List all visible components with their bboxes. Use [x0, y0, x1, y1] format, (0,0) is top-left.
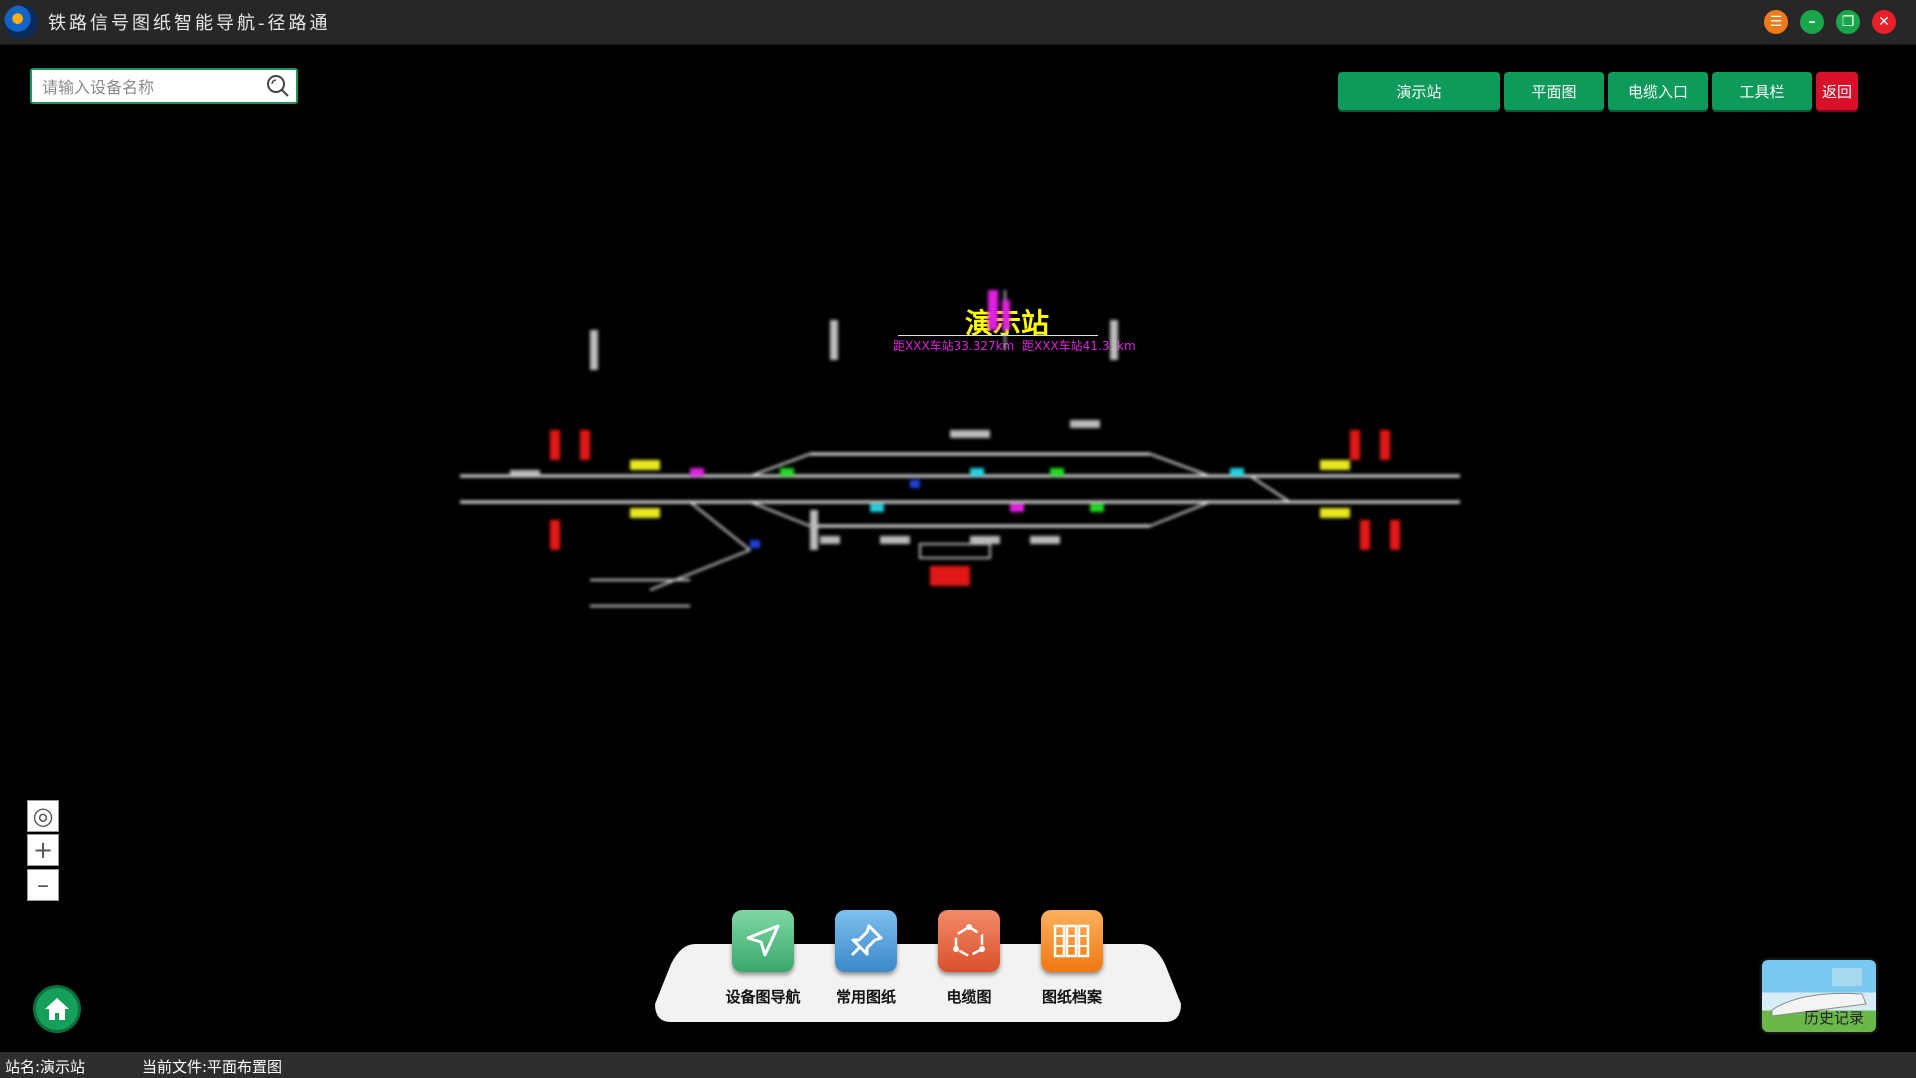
dock-label: 电缆图 [946, 988, 992, 1006]
title-bar: 铁路信号图纸智能导航-径路通 ☰ – ❐ ✕ [0, 0, 1916, 45]
zoom-out-button[interactable]: – [27, 869, 59, 901]
dock-item-device-nav[interactable]: 设备图导航 [713, 910, 813, 1007]
zoom-in-button[interactable]: + [27, 834, 59, 866]
dock-label: 图纸档案 [1041, 988, 1102, 1006]
navigation-arrow-icon [732, 910, 794, 972]
network-icon [938, 910, 1000, 972]
locate-icon[interactable]: ◎ [27, 800, 59, 832]
home-icon [45, 998, 69, 1020]
cable-entry-button[interactable]: 电缆入口 [1608, 72, 1708, 110]
minimize-icon[interactable]: – [1800, 10, 1824, 34]
status-bar: 站名:演示站 当前文件:平面布置图 [0, 1052, 1916, 1078]
track-layout-diagram[interactable] [450, 290, 1470, 630]
archive-icon [1041, 910, 1103, 972]
menu-icon[interactable]: ☰ [1764, 10, 1788, 34]
top-toolbar: 演示站 平面图 电缆入口 工具栏 返回 [1338, 72, 1858, 110]
app-logo-icon [4, 5, 38, 39]
dock-label: 设备图导航 [725, 988, 801, 1006]
window-controls: ☰ – ❐ ✕ [1764, 10, 1896, 34]
app-title: 铁路信号图纸智能导航-径路通 [48, 13, 331, 34]
search-input[interactable] [40, 75, 264, 99]
search-box [30, 68, 298, 104]
history-button[interactable]: 历史记录 [1762, 960, 1876, 1032]
status-current-file: 当前文件:平面布置图 [142, 1058, 283, 1076]
search-icon[interactable] [266, 74, 290, 98]
back-button[interactable]: 返回 [1816, 72, 1858, 110]
maximize-icon[interactable]: ❐ [1836, 10, 1860, 34]
status-station: 站名:演示站 [5, 1058, 86, 1076]
dock-item-drawing-archive[interactable]: 图纸档案 [1022, 910, 1122, 1007]
pin-icon [835, 910, 897, 972]
dock-item-cable-diagram[interactable]: 电缆图 [919, 910, 1019, 1007]
dock-label: 常用图纸 [835, 988, 896, 1006]
dock-item-common-drawings[interactable]: 常用图纸 [816, 910, 916, 1007]
station-button[interactable]: 演示站 [1338, 72, 1500, 110]
home-button[interactable] [33, 985, 81, 1033]
tools-button[interactable]: 工具栏 [1712, 72, 1812, 110]
close-icon[interactable]: ✕ [1872, 10, 1896, 34]
history-label: 历史记录 [1803, 1009, 1864, 1027]
plan-button[interactable]: 平面图 [1504, 72, 1604, 110]
